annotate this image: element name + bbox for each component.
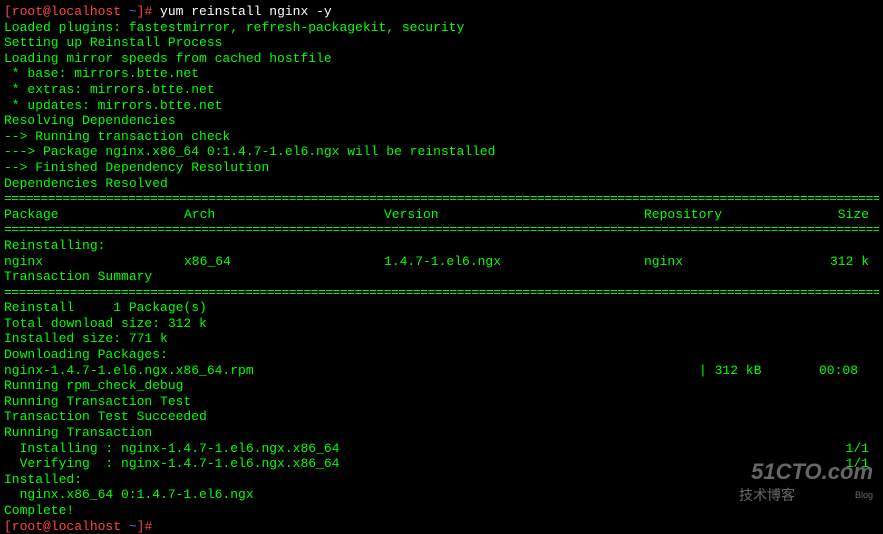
watermark: 51CTO.com 技术博客Blog (739, 459, 873, 504)
prompt-path: ~ (129, 4, 137, 19)
output-line: Installed size: 771 k (4, 331, 879, 347)
cell-repo: nginx (644, 254, 804, 270)
terminal-output: [root@localhost ~]# yum reinstall nginx … (4, 4, 879, 534)
cell-version: 1.4.7-1.el6.ngx (384, 254, 644, 270)
watermark-line2: 技术博客Blog (739, 487, 873, 504)
output-line: Running Transaction (4, 425, 879, 441)
download-file: nginx-1.4.7-1.el6.ngx.x86_64.rpm (4, 363, 699, 379)
output-line: * updates: mirrors.btte.net (4, 98, 879, 114)
separator: ========================================… (4, 191, 879, 207)
table-section: Reinstalling: (4, 238, 879, 254)
output-line: Running Transaction Test (4, 394, 879, 410)
watermark-line1: 51CTO.com (739, 459, 873, 485)
prompt-user-host: [root@localhost (4, 519, 129, 534)
header-repo: Repository (644, 207, 804, 223)
output-line: Dependencies Resolved (4, 176, 879, 192)
prompt-end: ]# (137, 4, 160, 19)
header-package: Package (4, 207, 184, 223)
separator: ========================================… (4, 285, 879, 301)
install-text: Installing : nginx-1.4.7-1.el6.ngx.x86_6… (4, 441, 846, 457)
prompt-path: ~ (129, 519, 137, 534)
output-line: Setting up Reinstall Process (4, 35, 879, 51)
download-time: 00:08 (819, 363, 879, 379)
output-line: Downloading Packages: (4, 347, 879, 363)
output-line: --> Finished Dependency Resolution (4, 160, 879, 176)
verify-text: Verifying : nginx-1.4.7-1.el6.ngx.x86_64 (4, 456, 846, 472)
table-row: nginx x86_64 1.4.7-1.el6.ngx nginx 312 k (4, 254, 879, 270)
install-count: 1/1 (846, 441, 879, 457)
cell-package: nginx (4, 254, 184, 270)
output-line: Running rpm_check_debug (4, 378, 879, 394)
output-line: * extras: mirrors.btte.net (4, 82, 879, 98)
output-line: Resolving Dependencies (4, 113, 879, 129)
header-version: Version (384, 207, 644, 223)
summary-line: Reinstall 1 Package(s) (4, 300, 879, 316)
table-header: Package Arch Version Repository Size (4, 207, 879, 223)
header-size: Size (804, 207, 879, 223)
cell-arch: x86_64 (184, 254, 384, 270)
header-arch: Arch (184, 207, 384, 223)
prompt-line[interactable]: [root@localhost ~]# yum reinstall nginx … (4, 4, 879, 20)
output-line: --> Running transaction check (4, 129, 879, 145)
cell-size: 312 k (804, 254, 879, 270)
install-row: Installing : nginx-1.4.7-1.el6.ngx.x86_6… (4, 441, 879, 457)
output-line: Total download size: 312 k (4, 316, 879, 332)
prompt-user-host: [root@localhost (4, 4, 129, 19)
output-line: Transaction Test Succeeded (4, 409, 879, 425)
complete-line: Complete! (4, 503, 879, 519)
download-size: | 312 kB (699, 363, 819, 379)
output-line: ---> Package nginx.x86_64 0:1.4.7-1.el6.… (4, 144, 879, 160)
command-text: yum reinstall nginx -y (160, 4, 332, 19)
separator: ========================================… (4, 222, 879, 238)
summary-title: Transaction Summary (4, 269, 879, 285)
prompt-end: ]# (137, 519, 160, 534)
output-line: Loading mirror speeds from cached hostfi… (4, 51, 879, 67)
output-line: * base: mirrors.btte.net (4, 66, 879, 82)
prompt-line[interactable]: [root@localhost ~]# (4, 519, 879, 534)
output-line: Loaded plugins: fastestmirror, refresh-p… (4, 20, 879, 36)
download-row: nginx-1.4.7-1.el6.ngx.x86_64.rpm | 312 k… (4, 363, 879, 379)
